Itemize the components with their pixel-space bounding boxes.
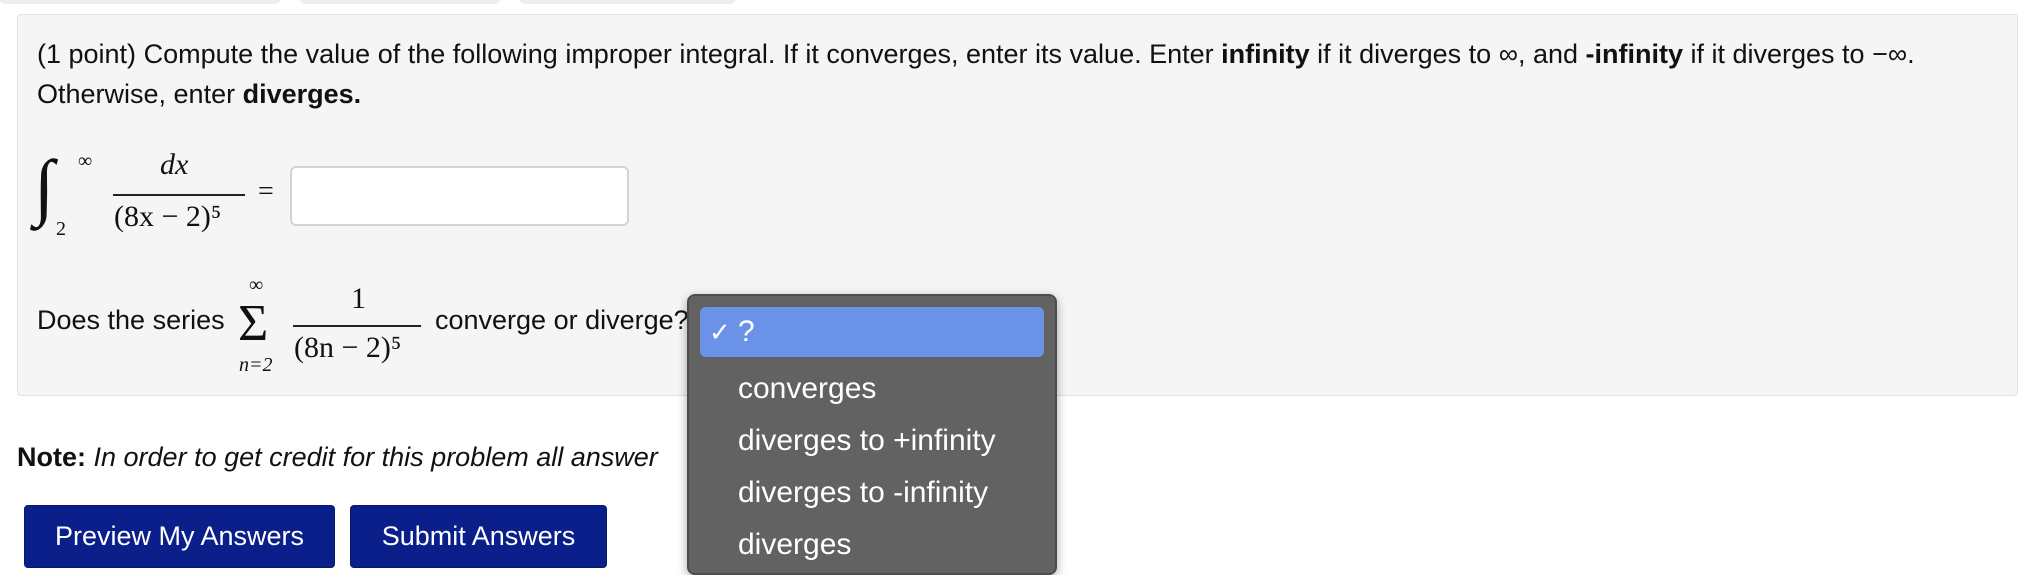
- converge-question: converge or diverge?: [435, 305, 689, 335]
- series-fraction-bar: [293, 325, 421, 327]
- checkmark-icon: ✓: [709, 317, 731, 347]
- preview-answers-button[interactable]: Preview My Answers: [24, 505, 335, 568]
- points-label: (1 point): [37, 39, 137, 69]
- equals-sign: =: [258, 176, 274, 207]
- prompt-text-1: Compute the value of the following impro…: [136, 39, 1222, 69]
- converge-diverge-dropdown-menu[interactable]: ✓ ? converges diverges to +infinity dive…: [687, 294, 1057, 575]
- integral-sign: ∫: [34, 146, 55, 228]
- dropdown-option-selected[interactable]: ✓ ?: [700, 307, 1044, 357]
- integral-upper-limit: ∞: [78, 150, 93, 172]
- series-numerator: 1: [351, 282, 366, 315]
- dropdown-option-diverges-neg-infinity[interactable]: diverges to -infinity: [738, 470, 988, 516]
- dropdown-option-diverges[interactable]: diverges: [738, 522, 851, 568]
- problem-statement: (1 point) Compute the value of the follo…: [37, 34, 1997, 114]
- integral-answer-input[interactable]: [290, 166, 629, 226]
- prompt-text-2: if it diverges to ∞, and: [1309, 39, 1586, 69]
- top-tab-strip: [0, 0, 2027, 6]
- submit-answers-button[interactable]: Submit Answers: [350, 505, 607, 568]
- integral-numerator: dx: [160, 148, 189, 181]
- series-denominator: (8n − 2)⁵: [294, 331, 402, 364]
- sum-upper-limit: ∞: [249, 274, 264, 296]
- integral-fraction-bar: [113, 194, 245, 196]
- integral-lower-limit: 2: [56, 218, 66, 240]
- dropdown-option-converges[interactable]: converges: [738, 366, 876, 412]
- note: Note: In order to get credit for this pr…: [17, 442, 658, 473]
- summation-sign: Σ: [238, 295, 269, 352]
- integral-denominator: (8x − 2)⁵: [114, 200, 222, 233]
- keyword-diverges: diverges.: [242, 79, 362, 109]
- sum-lower-limit: n=2: [239, 354, 273, 376]
- note-label: Note:: [17, 442, 86, 472]
- keyword-neg-infinity: -infinity: [1585, 39, 1683, 69]
- dropdown-selected-label: ?: [738, 315, 755, 348]
- note-text: In order to get credit for this problem …: [93, 442, 658, 472]
- dropdown-option-diverges-pos-infinity[interactable]: diverges to +infinity: [738, 418, 996, 464]
- keyword-infinity: infinity: [1221, 39, 1310, 69]
- series-question-label: Does the series: [37, 305, 225, 335]
